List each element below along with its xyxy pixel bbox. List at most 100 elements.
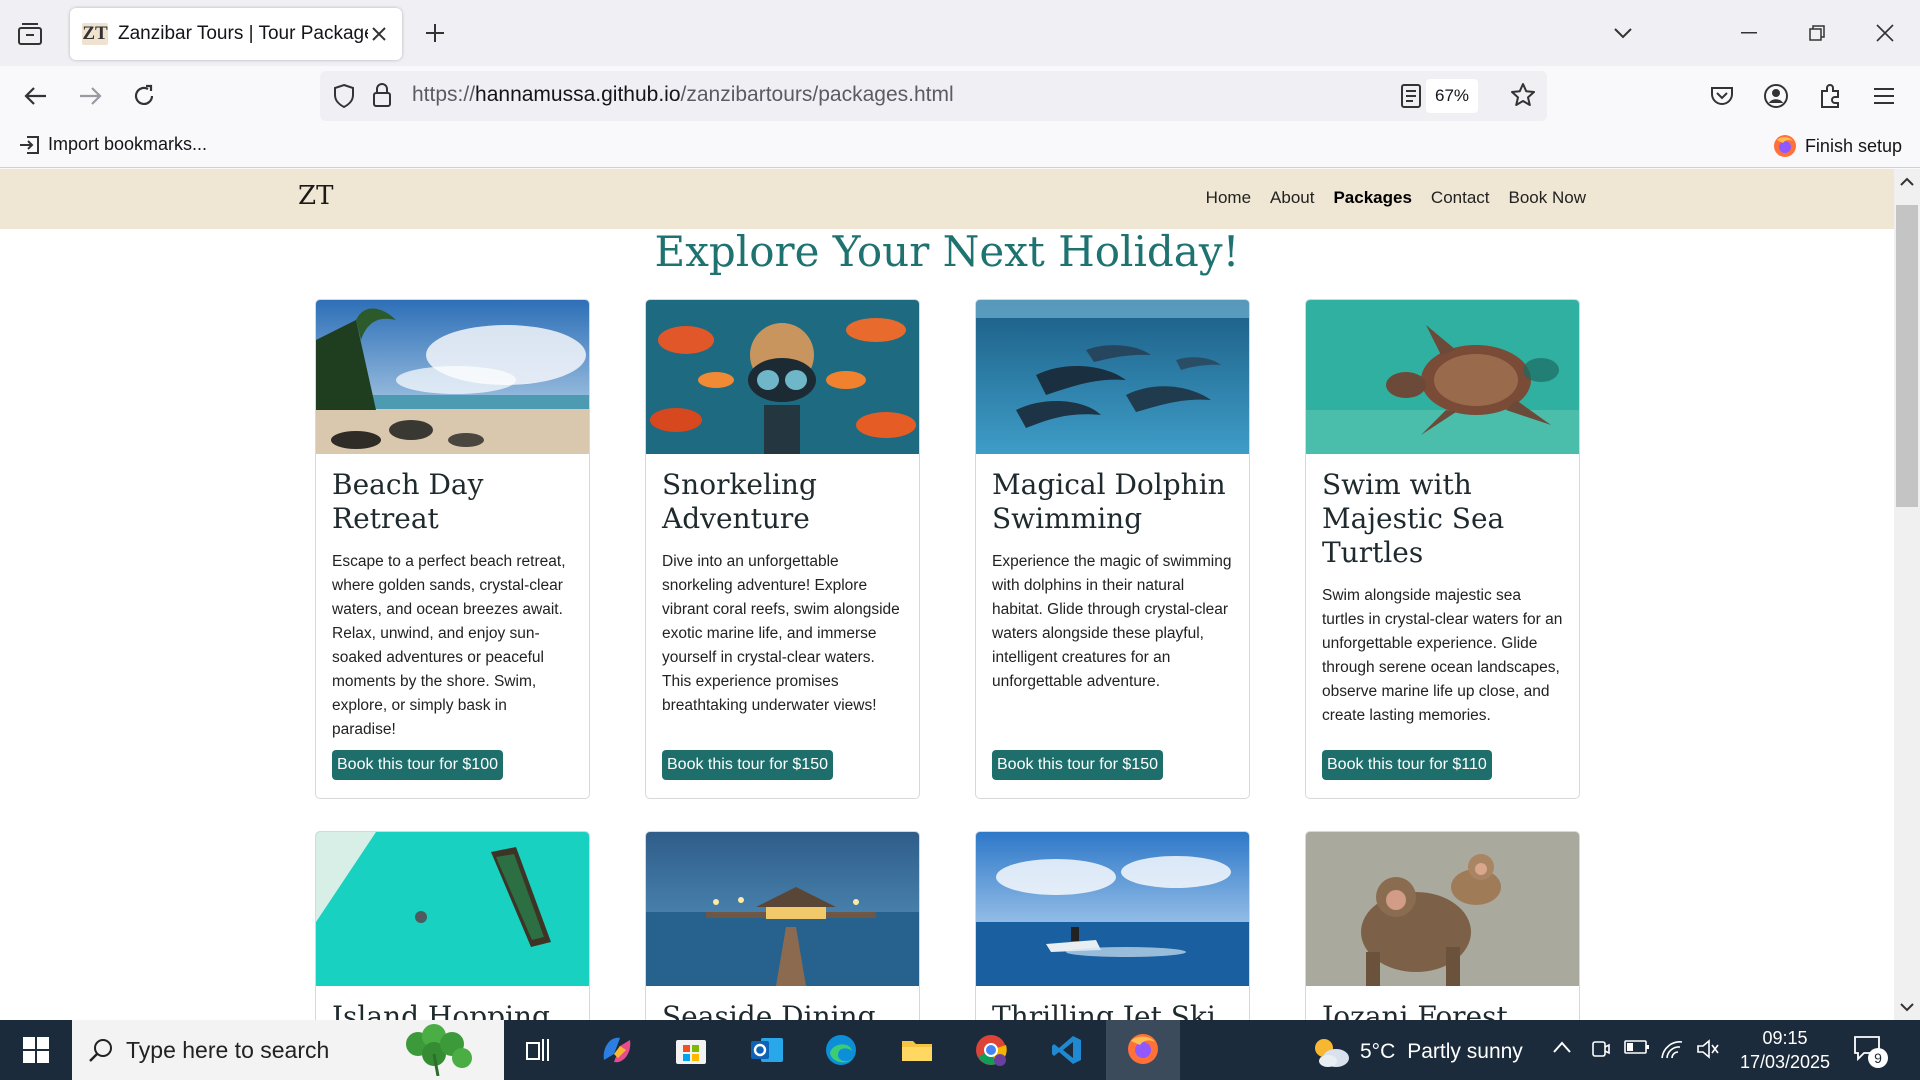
book-tour-button[interactable]: Book this tour for $100: [332, 750, 503, 780]
taskbar-clock[interactable]: 09:15 17/03/2025: [1730, 1026, 1840, 1074]
url-text[interactable]: https://hannamussa.github.io/zanzibartou…: [412, 83, 954, 107]
book-tour-button[interactable]: Book this tour for $110: [1322, 750, 1492, 780]
account-icon[interactable]: [1754, 76, 1798, 116]
import-bookmarks-label: Import bookmarks...: [48, 134, 208, 154]
nav-link-about[interactable]: About: [1270, 188, 1314, 208]
nav-link-book-now[interactable]: Book Now: [1509, 188, 1586, 208]
pier-image: [646, 832, 919, 986]
tracking-protection-icon[interactable]: [332, 83, 356, 114]
package-card-seaside-dining: Seaside Dining: [645, 831, 920, 1020]
package-title: Beach Day Retreat: [332, 468, 484, 535]
windows-logo-icon: [23, 1037, 49, 1063]
firefox-icon: [1128, 1034, 1158, 1064]
tab-bar: ZT Zanzibar Tours | Tour Packages: [0, 0, 1920, 66]
show-hidden-icons-icon[interactable]: [1552, 1038, 1572, 1059]
page-headline: Explore Your Next Holiday!: [654, 227, 1240, 276]
package-description: Swim alongside majestic sea turtles in c…: [1322, 587, 1563, 724]
bookmark-star-icon[interactable]: [1510, 82, 1536, 113]
package-card-jozani-forest: Jozani Forest: [1305, 831, 1580, 1020]
dolphins-image: [976, 300, 1249, 454]
nav-link-packages[interactable]: Packages: [1333, 188, 1411, 208]
package-title: Island Hopping: [332, 1000, 550, 1020]
package-description: Dive into an unforgettable snorkeling ad…: [662, 553, 900, 714]
reader-view-icon[interactable]: [1400, 83, 1422, 114]
vscode-icon[interactable]: [1038, 1028, 1096, 1072]
sea-turtle-image: [1306, 300, 1579, 454]
lock-icon[interactable]: [372, 82, 392, 113]
active-tab[interactable]: ZT Zanzibar Tours | Tour Packages: [70, 8, 402, 60]
file-explorer-icon[interactable]: [888, 1028, 946, 1072]
close-window-icon[interactable]: [1862, 10, 1908, 56]
package-card-turtles: Swim with Majestic Sea Turtles Swim alon…: [1305, 299, 1580, 799]
package-card-dolphins: Magical Dolphin Swimming Experience the …: [975, 299, 1250, 799]
island-boat-image: [316, 832, 589, 986]
firefox-logo-icon: [1773, 135, 1796, 157]
zoom-level-badge[interactable]: 67%: [1426, 79, 1478, 113]
extensions-icon[interactable]: [1808, 76, 1852, 116]
url-bar[interactable]: https://hannamussa.github.io/zanzibartou…: [320, 71, 1547, 121]
meet-now-icon[interactable]: [1590, 1038, 1610, 1065]
chrome-icon[interactable]: [962, 1028, 1020, 1072]
task-view-icon[interactable]: [510, 1028, 568, 1072]
nav-link-contact[interactable]: Contact: [1431, 188, 1490, 208]
package-card-island-hopping: Island Hopping: [315, 831, 590, 1020]
pocket-icon[interactable]: [1700, 76, 1744, 116]
clock-time: 09:15: [1762, 1028, 1808, 1048]
new-tab-button[interactable]: [416, 14, 454, 52]
tab-close-icon[interactable]: [368, 23, 390, 45]
site-navbar: ZT Home About Packages Contact Book Now: [0, 169, 1894, 229]
book-tour-button[interactable]: Book this tour for $150: [992, 750, 1163, 780]
restore-icon[interactable]: [1794, 10, 1840, 56]
scroll-up-icon[interactable]: [1894, 171, 1920, 193]
list-all-tabs-icon[interactable]: [1600, 10, 1646, 56]
package-description: Escape to a perfect beach retreat, where…: [332, 553, 566, 738]
reload-icon[interactable]: [122, 76, 166, 116]
scroll-down-icon[interactable]: [1894, 996, 1920, 1018]
copilot-icon[interactable]: [588, 1028, 646, 1072]
shamrock-icon: [406, 1024, 472, 1076]
windows-taskbar: Type here to search 5°C Partly sunny 09:…: [0, 1020, 1920, 1080]
search-placeholder: Type here to search: [126, 1036, 330, 1063]
tab-title: Zanzibar Tours | Tour Packages: [118, 23, 368, 44]
taskbar-search-box[interactable]: Type here to search: [72, 1020, 504, 1080]
package-description: Experience the magic of swimming with do…: [992, 553, 1232, 690]
scroll-thumb[interactable]: [1896, 205, 1918, 507]
partly-sunny-icon: [1315, 1039, 1349, 1067]
menu-icon[interactable]: [1862, 76, 1906, 116]
notification-count: 9: [1868, 1048, 1888, 1068]
back-icon[interactable]: [14, 76, 58, 116]
tab-list-icon[interactable]: [12, 16, 48, 52]
book-tour-button[interactable]: Book this tour for $150: [662, 750, 833, 780]
page-scrollbar[interactable]: [1894, 169, 1920, 1020]
import-bookmarks-button[interactable]: Import bookmarks...: [18, 134, 207, 155]
package-title: Magical Dolphin Swimming: [992, 468, 1226, 535]
network-icon[interactable]: [1660, 1038, 1684, 1065]
package-card-beach: Beach Day Retreat Escape to a perfect be…: [315, 299, 590, 799]
snorkeling-image: [646, 300, 919, 454]
package-card-jet-ski: Thrilling Jet Ski: [975, 831, 1250, 1020]
finish-setup-label: Finish setup: [1804, 135, 1902, 156]
finish-setup-button[interactable]: Finish setup: [1773, 134, 1902, 158]
package-title: Thrilling Jet Ski: [992, 1000, 1216, 1020]
site-logo[interactable]: ZT: [298, 181, 333, 211]
nav-link-home[interactable]: Home: [1206, 188, 1251, 208]
notifications-button[interactable]: 9: [1852, 1034, 1888, 1068]
monkeys-image: [1306, 832, 1579, 986]
firefox-taskbar-button[interactable]: [1106, 1020, 1180, 1080]
start-button[interactable]: [0, 1020, 72, 1080]
battery-icon[interactable]: [1624, 1038, 1650, 1061]
microsoft-store-icon[interactable]: [662, 1028, 720, 1072]
weather-widget[interactable]: 5°C Partly sunny: [1310, 1034, 1523, 1070]
volume-muted-icon[interactable]: [1696, 1038, 1720, 1065]
forward-icon[interactable]: [68, 76, 112, 116]
package-title: Snorkeling Adventure: [662, 468, 817, 535]
package-title: Jozani Forest: [1322, 1000, 1508, 1020]
package-title: Seaside Dining: [662, 1000, 876, 1020]
edge-icon[interactable]: [812, 1028, 870, 1072]
nav-toolbar: https://hannamussa.github.io/zanzibartou…: [0, 66, 1920, 126]
clock-date: 17/03/2025: [1739, 1052, 1831, 1072]
beach-image: [316, 300, 589, 454]
outlook-icon[interactable]: [738, 1028, 796, 1072]
package-card-snorkeling: Snorkeling Adventure Dive into an unforg…: [645, 299, 920, 799]
minimize-icon[interactable]: [1726, 10, 1772, 56]
